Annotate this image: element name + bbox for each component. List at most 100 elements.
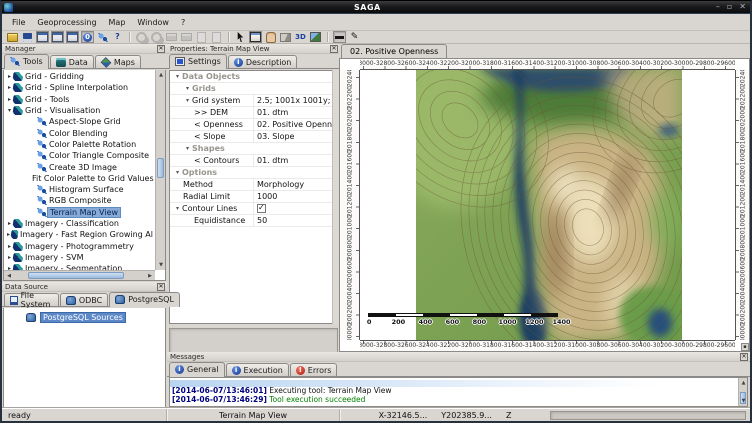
print-button[interactable] bbox=[165, 31, 178, 43]
map-tab[interactable]: 02. Positive Openness bbox=[341, 44, 447, 58]
digitize-button[interactable]: ✎ bbox=[348, 31, 361, 43]
expander-icon[interactable]: ▾ bbox=[183, 85, 192, 92]
save-button[interactable] bbox=[21, 31, 34, 43]
settings-row[interactable]: ▾Data Objects bbox=[170, 71, 337, 83]
tree-item[interactable]: RGB Composite bbox=[4, 195, 155, 206]
settings-row[interactable]: ▾Grids bbox=[170, 83, 337, 95]
tree-item[interactable]: ▾ Grid - Visualisation bbox=[4, 105, 155, 116]
tab-general[interactable]: iGeneral bbox=[169, 362, 225, 377]
tree-item[interactable]: ▸ Imagery - Photogrammetry bbox=[4, 240, 155, 251]
tree-item[interactable]: ▸ Imagery - SVM bbox=[4, 252, 155, 263]
measure-tool-button[interactable] bbox=[279, 31, 292, 43]
scrollbar-thumb[interactable] bbox=[157, 158, 164, 178]
horizontal-scrollbar[interactable]: ◀ ▶ bbox=[4, 270, 155, 280]
help-button[interactable]: ? bbox=[111, 31, 124, 43]
toolbar-separator[interactable] bbox=[225, 31, 232, 43]
map-canvas[interactable]: 0200400600800100012001400 bbox=[360, 70, 735, 340]
tree-item[interactable]: ▸ Imagery - Fast Region Growing Al bbox=[4, 229, 155, 240]
expander-icon[interactable]: ▾ bbox=[173, 169, 182, 176]
tree-item[interactable]: Aspect-Slope Grid bbox=[4, 116, 155, 127]
title-bar[interactable]: SAGA – ▫ ✕ bbox=[2, 1, 750, 14]
print-preview-button[interactable] bbox=[180, 31, 193, 43]
tree-item[interactable]: ▸ Grid - Spline Interpolation bbox=[4, 82, 155, 93]
tree-item[interactable]: ▸ Grid - Tools bbox=[4, 94, 155, 105]
tab-maps[interactable]: Maps bbox=[95, 55, 141, 68]
settings-row[interactable]: < Slope 03. Slope bbox=[170, 131, 337, 143]
settings-row[interactable]: Equidistance 50 bbox=[170, 215, 337, 227]
menu-geoprocessing[interactable]: Geoprocessing bbox=[31, 16, 102, 29]
tab-data[interactable]: Data bbox=[50, 55, 94, 68]
expander-icon[interactable]: ▾ bbox=[173, 205, 182, 212]
parameter-value[interactable]: 01. dtm bbox=[257, 108, 288, 117]
tab-odbc[interactable]: ODBC bbox=[60, 293, 108, 306]
parameter-value[interactable]: 03. Slope bbox=[257, 132, 294, 141]
log-entry[interactable]: [2014-06-07/13:46:29] Tool execution suc… bbox=[170, 396, 747, 405]
tree-item[interactable]: Terrain Map View bbox=[4, 207, 155, 218]
tab-file-system[interactable]: File System bbox=[4, 293, 59, 306]
scrollbar-thumb[interactable] bbox=[28, 272, 124, 279]
toolbar-separator[interactable] bbox=[324, 31, 331, 43]
parameter-value[interactable]: 1000 bbox=[257, 192, 277, 201]
parameter-value[interactable]: 2.5; 1001x 1001y; -32500 bbox=[257, 96, 337, 105]
cross-section-button[interactable] bbox=[333, 31, 346, 43]
show-manager-toggle[interactable] bbox=[36, 31, 49, 43]
settings-row[interactable]: < Contours 01. dtm bbox=[170, 155, 337, 167]
menu-map[interactable]: Map bbox=[103, 16, 132, 29]
tree-item[interactable]: Color Palette Rotation bbox=[4, 139, 155, 150]
tab-errors[interactable]: !Errors bbox=[290, 363, 338, 376]
zoom-next-button[interactable] bbox=[150, 31, 163, 43]
tab-tools[interactable]: Tools bbox=[4, 54, 49, 69]
parameter-value[interactable]: 02. Positive Openness bbox=[257, 120, 337, 129]
tree-item[interactable]: ▸ Imagery - Classification bbox=[4, 218, 155, 229]
show-data-source-toggle[interactable] bbox=[51, 31, 64, 43]
vertical-scrollbar[interactable]: ▲ ▼ bbox=[738, 378, 747, 406]
tree-item[interactable]: ▸ Imagery - Segmentation bbox=[4, 263, 155, 270]
close-icon[interactable]: ✕ bbox=[740, 353, 748, 361]
menu-help[interactable]: ? bbox=[175, 16, 191, 29]
close-icon[interactable]: ✕ bbox=[157, 283, 165, 291]
parameter-value[interactable]: 01. dtm bbox=[257, 156, 288, 165]
toolbar-separator[interactable] bbox=[126, 31, 133, 43]
show-messages-toggle[interactable]: 0 bbox=[81, 31, 94, 43]
pan-tool-button[interactable] bbox=[264, 31, 277, 43]
resize-grip[interactable]: ▪ bbox=[741, 343, 749, 351]
tree-item[interactable]: Color Blending bbox=[4, 127, 155, 138]
zoom-tool-button[interactable] bbox=[249, 31, 262, 43]
cursor-tool-button[interactable] bbox=[234, 31, 247, 43]
settings-row[interactable]: ▾Options bbox=[170, 167, 337, 179]
minimize-icon[interactable]: – bbox=[716, 2, 720, 12]
parameter-value[interactable]: Morphology bbox=[257, 180, 304, 189]
copy-button[interactable] bbox=[195, 31, 208, 43]
show-properties-toggle[interactable] bbox=[66, 31, 79, 43]
vertical-scrollbar[interactable]: ▲ ▼ bbox=[155, 70, 165, 270]
expander-icon[interactable]: ▾ bbox=[183, 145, 192, 152]
maximize-icon[interactable]: ▫ bbox=[727, 2, 732, 12]
tree-item[interactable]: ▸ Grid - Gridding bbox=[4, 71, 155, 82]
tree-item[interactable]: Create 3D Image bbox=[4, 161, 155, 172]
close-icon[interactable]: ✕ bbox=[330, 45, 338, 53]
settings-row[interactable]: ▾Shapes bbox=[170, 143, 337, 155]
close-icon[interactable]: ✕ bbox=[157, 45, 165, 53]
open-button[interactable] bbox=[6, 31, 19, 43]
expander-icon[interactable]: ▾ bbox=[183, 97, 192, 104]
tree-item[interactable]: Color Triangle Composite bbox=[4, 150, 155, 161]
tree-item[interactable]: Histogram Surface bbox=[4, 184, 155, 195]
settings-row[interactable]: ▾Grid system 2.5; 1001x 1001y; -32500 bbox=[170, 95, 337, 107]
tool-button[interactable] bbox=[96, 31, 109, 43]
zoom-previous-button[interactable] bbox=[135, 31, 148, 43]
close-icon[interactable]: ✕ bbox=[739, 2, 746, 12]
tab-settings[interactable]: Settings bbox=[169, 54, 227, 69]
settings-row[interactable]: Radial Limit 1000 bbox=[170, 191, 337, 203]
tree-item[interactable]: Fit Color Palette to Grid Values bbox=[4, 173, 155, 184]
settings-row[interactable]: Method Morphology bbox=[170, 179, 337, 191]
clipboard-button[interactable] bbox=[210, 31, 223, 43]
view-3d-button[interactable]: 3D bbox=[294, 31, 307, 43]
checkbox[interactable] bbox=[257, 204, 266, 213]
tab-postgresql[interactable]: PostgreSQL bbox=[109, 292, 180, 307]
settings-row[interactable]: < Openness 02. Positive Openness bbox=[170, 119, 337, 131]
menu-file[interactable]: File bbox=[6, 16, 31, 29]
expander-icon[interactable]: ▾ bbox=[173, 73, 182, 80]
settings-row[interactable]: >> DEM 01. dtm bbox=[170, 107, 337, 119]
menu-window[interactable]: Window bbox=[131, 16, 175, 29]
save-map-image-button[interactable] bbox=[309, 31, 322, 43]
